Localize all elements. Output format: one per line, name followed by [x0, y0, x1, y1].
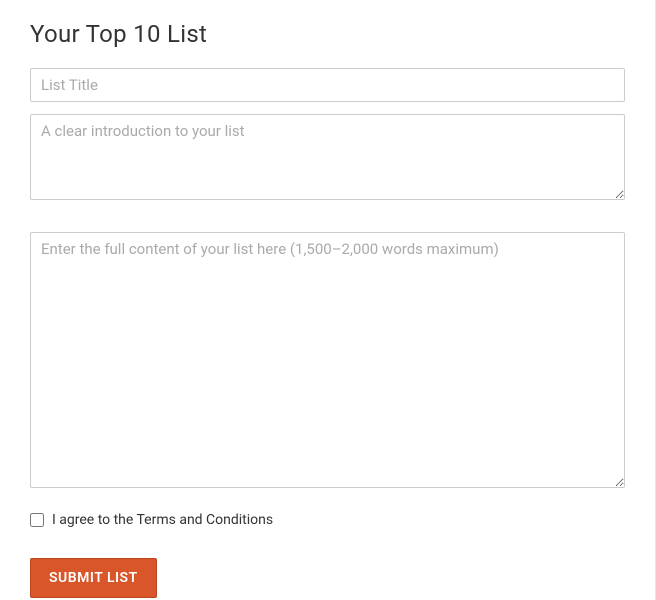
submit-button[interactable]: SUBMIT LIST [30, 558, 157, 598]
list-title-field [30, 68, 625, 102]
introduction-field [30, 114, 625, 204]
terms-checkbox[interactable] [30, 513, 44, 527]
field-spacer [30, 216, 625, 232]
introduction-textarea[interactable] [30, 114, 625, 200]
content-textarea[interactable] [30, 232, 625, 488]
terms-label[interactable]: I agree to the Terms and Conditions [52, 512, 273, 528]
content-field [30, 232, 625, 492]
form-title: Your Top 10 List [30, 20, 625, 48]
list-title-input[interactable] [30, 68, 625, 102]
terms-row: I agree to the Terms and Conditions [30, 512, 625, 528]
